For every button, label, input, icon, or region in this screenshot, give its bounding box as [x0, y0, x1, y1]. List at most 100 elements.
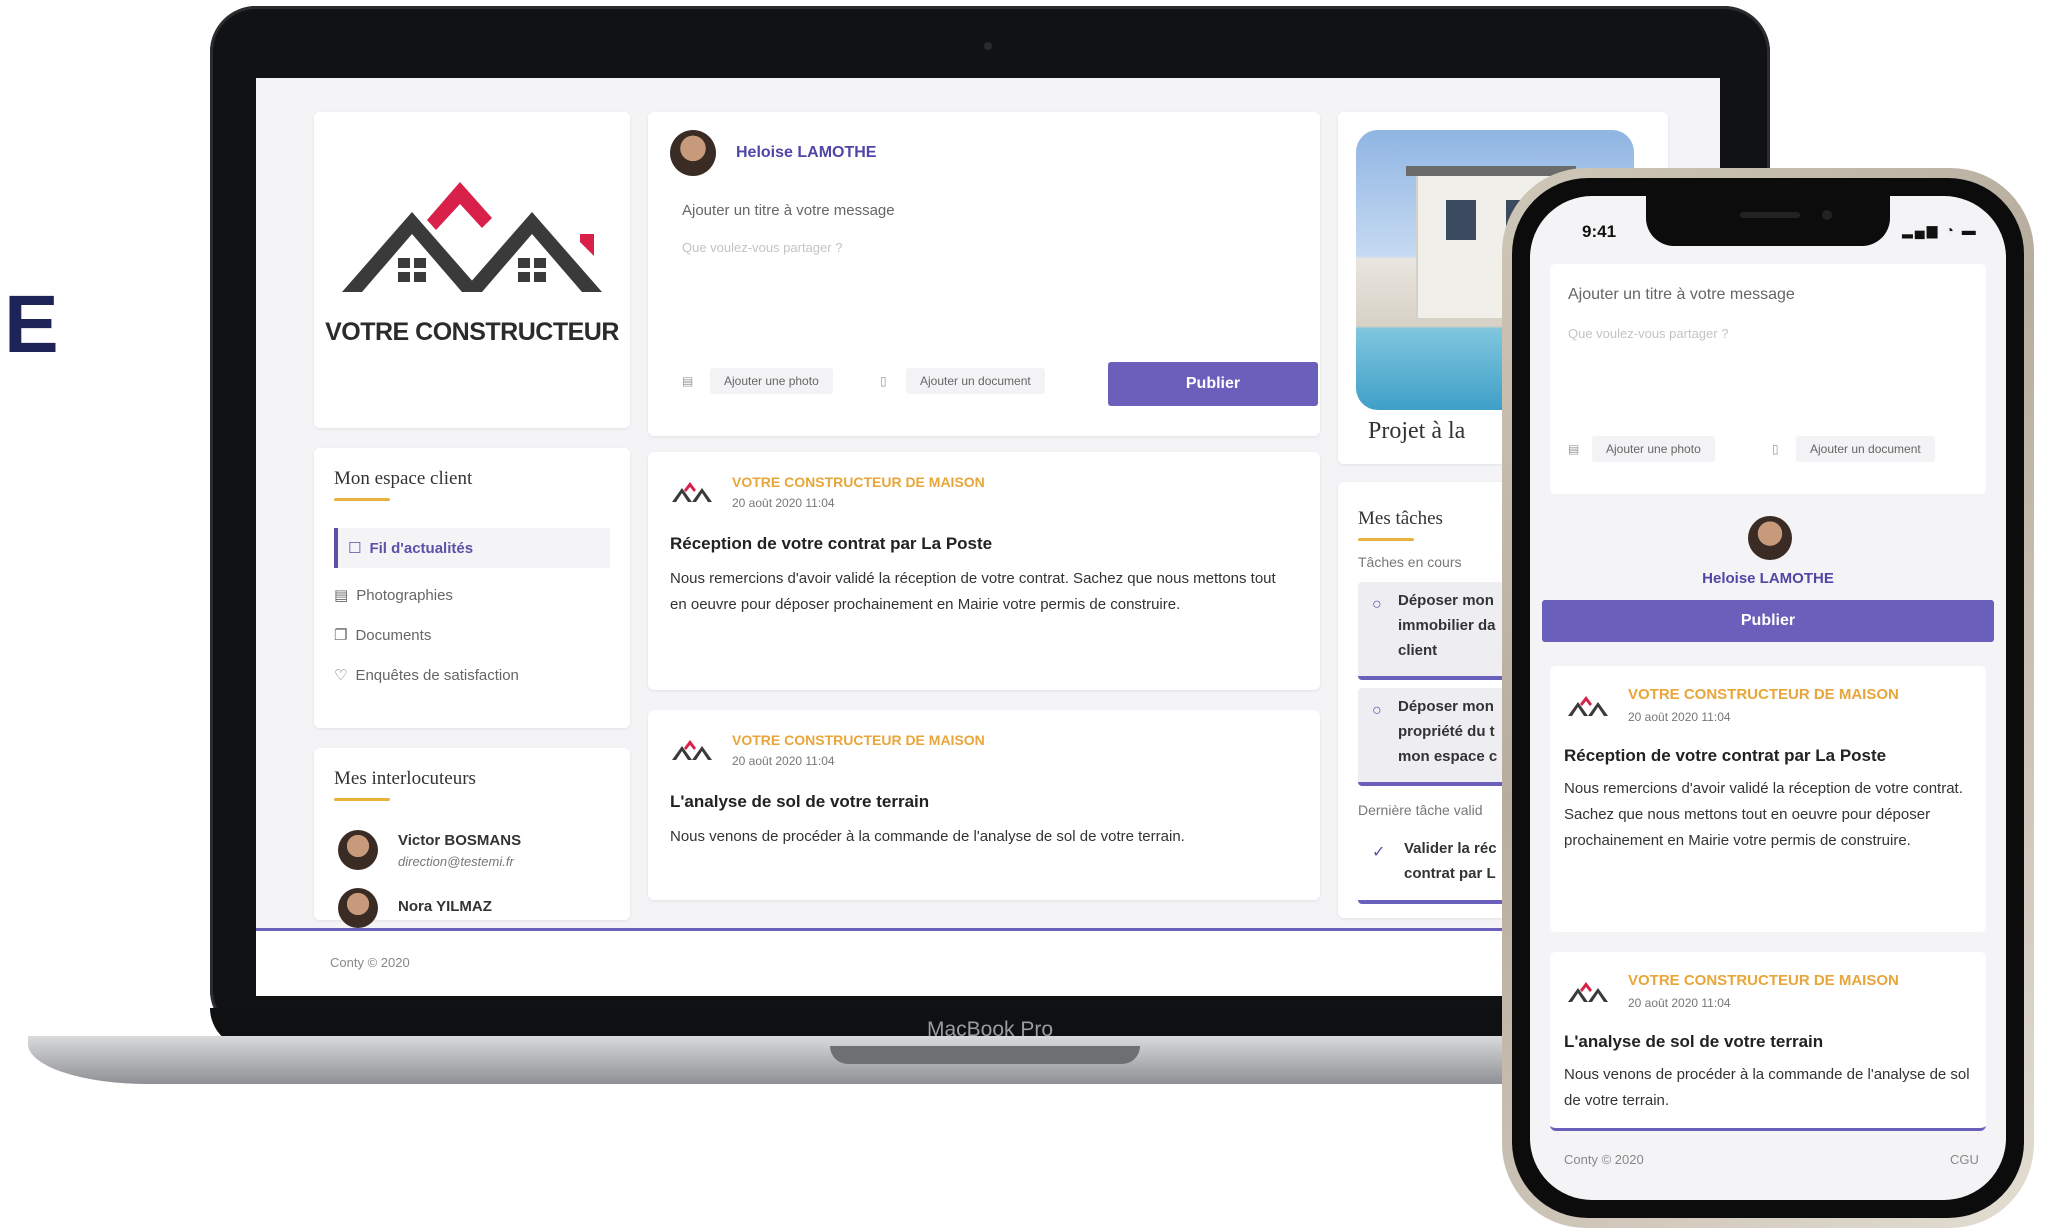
heading-underline: [334, 498, 390, 501]
last-validated-label: Dernière tâche valid: [1358, 802, 1483, 818]
contacts-card: Mes interlocuteurs Victor BOSMANS direct…: [314, 748, 630, 928]
task-line: Déposer mon: [1398, 592, 1494, 609]
status-icons: ▂▄▆ ◔ ▬: [1902, 222, 1978, 238]
laptop-hinge-notch: [830, 1046, 1140, 1064]
calendar-icon: ☐: [348, 540, 362, 557]
brand-logo-icon: [672, 482, 712, 502]
contact-avatar: [338, 830, 378, 870]
contact-avatar: [338, 888, 378, 928]
company-logo-card: VOTRE CONSTRUCTEUR: [314, 112, 630, 428]
add-document-button[interactable]: Ajouter un document: [906, 368, 1045, 394]
phone-speaker: [1740, 212, 1800, 218]
add-document-button[interactable]: Ajouter un document: [1796, 436, 1935, 462]
contact-email[interactable]: direction@testemi.fr: [398, 854, 514, 869]
task-radio-icon[interactable]: ○: [1372, 698, 1382, 723]
news-brand: VOTRE CONSTRUCTEUR DE MAISON: [732, 474, 985, 490]
contact-name: Nora YILMAZ: [398, 898, 492, 915]
news-date: 20 août 2020 11:04: [1628, 996, 1731, 1010]
news-item[interactable]: VOTRE CONSTRUCTEUR DE MAISON 20 août 202…: [1550, 952, 1986, 1131]
news-item[interactable]: VOTRE CONSTRUCTEUR DE MAISON 20 août 202…: [648, 710, 1320, 900]
tasks-in-progress-label: Tâches en cours: [1358, 554, 1462, 570]
check-circle-icon: ✓: [1372, 844, 1386, 861]
phone-composer: Ajouter un titre à votre message Que vou…: [1550, 264, 1986, 494]
image-icon: ▤: [1568, 442, 1580, 456]
task-line: Valider la réc: [1404, 840, 1497, 857]
add-photo-button[interactable]: Ajouter une photo: [710, 368, 833, 394]
image-icon: ▤: [682, 374, 694, 388]
message-body-input[interactable]: Que voulez-vous partager ?: [682, 240, 1282, 255]
message-title-input[interactable]: Ajouter un titre à votre message: [682, 202, 1282, 219]
menu-item-label: Photographies: [356, 586, 453, 604]
task-line: client: [1398, 642, 1438, 659]
phone-front-camera: [1822, 210, 1832, 220]
house-window: [1446, 200, 1476, 240]
phone-footer-terms-link[interactable]: CGU: [1950, 1152, 1979, 1167]
news-item[interactable]: VOTRE CONSTRUCTEUR DE MAISON 20 août 202…: [648, 452, 1320, 690]
news-title: L'analyse de sol de votre terrain: [1564, 1032, 1824, 1051]
news-date: 20 août 2020 11:04: [732, 496, 835, 510]
news-item[interactable]: VOTRE CONSTRUCTEUR DE MAISON 20 août 202…: [1550, 666, 1986, 932]
project-label: Projet à la: [1368, 418, 1466, 444]
menu-item-photos[interactable]: ▤ Photographies: [334, 586, 453, 605]
contact-name: Victor BOSMANS: [398, 832, 522, 849]
phone-screen: 9:41 ▂▄▆ ◔ ▬ Ajouter un titre à votre me…: [1530, 196, 2006, 1200]
menu-item-documents[interactable]: ❐ Documents: [334, 626, 432, 645]
heading-underline: [1358, 538, 1414, 541]
client-space-menu: Mon espace client ☐ Fil d'actualités ▤ P…: [314, 448, 630, 728]
document-icon: ▯: [1772, 442, 1779, 456]
news-title: Réception de votre contrat par La Poste: [670, 534, 993, 553]
task-line: propriété du t: [1398, 723, 1495, 740]
menu-item-label: Fil d'actualités: [369, 539, 474, 557]
menu-item-label: Documents: [355, 626, 432, 644]
task-radio-icon[interactable]: ○: [1372, 592, 1382, 617]
author-avatar: [670, 130, 716, 176]
publish-button[interactable]: Publier: [1542, 600, 1994, 642]
message-title-input[interactable]: Ajouter un titre à votre message: [1568, 286, 1795, 304]
message-body-input[interactable]: Que voulez-vous partager ?: [1568, 326, 1728, 341]
author-name: Heloise LAMOTHE: [1702, 570, 1834, 587]
heart-icon: ♡: [334, 667, 348, 684]
news-title: L'analyse de sol de votre terrain: [670, 792, 930, 811]
document-icon: ▯: [880, 374, 887, 388]
news-body: Nous venons de procéder à la commande de…: [1564, 1066, 1970, 1109]
phone-footer-copyright: Conty © 2020: [1564, 1152, 1644, 1167]
news-date: 20 août 2020 11:04: [1628, 710, 1731, 724]
tasks-heading: Mes tâches: [1358, 508, 1443, 529]
brand-logo-icon: [672, 740, 712, 760]
task-line: mon espace c: [1398, 748, 1498, 765]
post-composer: Heloise LAMOTHE Ajouter un titre à votre…: [648, 112, 1320, 436]
news-date: 20 août 2020 11:04: [732, 754, 835, 768]
author-name: Heloise LAMOTHE: [736, 144, 877, 161]
documents-icon: ❐: [334, 627, 348, 644]
menu-item-surveys[interactable]: ♡ Enquêtes de satisfaction: [334, 666, 519, 685]
laptop-camera: [984, 42, 992, 50]
news-title: Réception de votre contrat par La Poste: [1564, 746, 1887, 765]
news-brand: VOTRE CONSTRUCTEUR DE MAISON: [1628, 686, 1899, 703]
phone-notch: [1646, 196, 1890, 246]
footer-copyright: Conty © 2020: [330, 955, 410, 970]
menu-item-label: Enquêtes de satisfaction: [355, 666, 519, 684]
contacts-heading: Mes interlocuteurs: [334, 768, 476, 789]
add-photo-button[interactable]: Ajouter une photo: [1592, 436, 1715, 462]
task-line: contrat par L: [1404, 865, 1496, 882]
author-avatar: [1748, 516, 1792, 560]
menu-item-news-feed[interactable]: ☐ Fil d'actualités: [334, 528, 610, 568]
news-body: Nous remercions d'avoir validé la récept…: [1564, 780, 1963, 849]
task-line: immobilier da: [1398, 617, 1496, 634]
news-brand: VOTRE CONSTRUCTEUR DE MAISON: [732, 732, 985, 748]
company-logo-text: VOTRE CONSTRUCTEUR: [325, 318, 619, 346]
news-body: Nous remercions d'avoir validé la récept…: [670, 570, 1276, 613]
brand-logo-icon: [1568, 696, 1608, 716]
task-line: Déposer mon: [1398, 698, 1494, 715]
news-brand: VOTRE CONSTRUCTEUR DE MAISON: [1628, 972, 1899, 989]
brand-logo-icon: [1568, 982, 1608, 1002]
laptop-screen: VOTRE CONSTRUCTEUR Mon espace client ☐ F…: [256, 78, 1720, 996]
publish-button[interactable]: Publier: [1108, 362, 1318, 406]
partial-heading-letter: E: [4, 279, 59, 370]
menu-heading: Mon espace client: [334, 468, 473, 489]
house-logo-icon: [342, 182, 602, 292]
heading-underline: [334, 798, 390, 801]
news-body: Nous venons de procéder à la commande de…: [670, 828, 1185, 845]
status-time: 9:41: [1582, 222, 1617, 241]
image-icon: ▤: [334, 587, 349, 604]
